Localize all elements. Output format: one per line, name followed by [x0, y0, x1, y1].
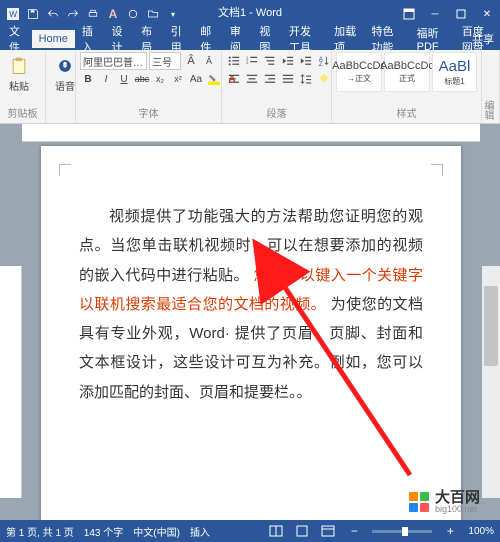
paste-button[interactable]: 粘贴: [4, 52, 34, 96]
multilevel-list-icon[interactable]: [262, 52, 278, 70]
status-bar: 第 1 页, 共 1 页 143 个字 中文(中国) 插入 − + 100%: [0, 520, 500, 542]
watermark-name: 大百网: [435, 490, 480, 505]
align-center-icon[interactable]: [244, 70, 260, 88]
svg-text:W: W: [9, 10, 17, 19]
style-heading1[interactable]: AaBl 标题1: [432, 52, 477, 92]
status-lang[interactable]: 中文(中国): [133, 524, 180, 539]
font-name-select[interactable]: 阿里巴巴普…: [80, 52, 147, 70]
window-title: 文档1 - Word: [218, 4, 282, 20]
zoom-slider-thumb[interactable]: [402, 527, 408, 536]
bullets-icon[interactable]: [226, 52, 242, 70]
align-right-icon[interactable]: [262, 70, 278, 88]
document-page[interactable]: 视频提供了功能强大的方法帮助您证明您的观点。当您单击联机视频时，可以在想要添加的…: [41, 146, 461, 520]
vertical-scrollbar[interactable]: [482, 266, 500, 498]
font-group-label: 字体: [80, 104, 217, 121]
decrease-indent-icon[interactable]: [280, 52, 296, 70]
svg-text:2: 2: [246, 60, 249, 65]
font-size-select[interactable]: 三号: [149, 52, 181, 70]
bold-button[interactable]: B: [80, 70, 96, 88]
ribbon-group-styles: AaBbCcDc →正文 AaBbCcDc 正式 AaBl 标题1 样式: [332, 50, 482, 123]
increase-indent-icon[interactable]: [298, 52, 314, 70]
ribbon-group-clipboard: 粘贴 剪贴板: [0, 50, 46, 123]
web-layout-icon[interactable]: [320, 523, 336, 539]
ribbon-group-font: 阿里巴巴普… 三号 Â Ǎ B I U abc x₂ x² Aa A 字体: [76, 50, 222, 123]
quick-access-toolbar: W A ▾: [0, 7, 180, 21]
svg-text:Z: Z: [319, 62, 323, 67]
document-area: 视频提供了功能强大的方法帮助您证明您的观点。当您单击联机视频时，可以在想要添加的…: [0, 124, 500, 520]
share-button[interactable]: 共享: [472, 31, 494, 47]
tab-home[interactable]: Home: [32, 30, 75, 48]
justify-icon[interactable]: [280, 70, 296, 88]
grow-font-icon[interactable]: Â: [183, 52, 199, 70]
word-app-icon: W: [6, 7, 20, 21]
font-color-icon[interactable]: A: [106, 7, 120, 21]
watermark-logo-icon: [407, 490, 431, 514]
watermark-url: big100.net: [435, 505, 480, 514]
editing-group-label: 编辑: [486, 99, 495, 121]
open-icon[interactable]: [146, 7, 160, 21]
status-insert[interactable]: 插入: [190, 524, 210, 539]
zoom-slider[interactable]: [372, 530, 432, 533]
redo-icon[interactable]: [66, 7, 80, 21]
document-paragraph[interactable]: 视频提供了功能强大的方法帮助您证明您的观点。当您单击联机视频时，可以在想要添加的…: [79, 202, 423, 407]
align-left-icon[interactable]: [226, 70, 242, 88]
clipboard-group-label: 剪贴板: [4, 104, 41, 121]
undo-icon[interactable]: [46, 7, 60, 21]
italic-button[interactable]: I: [98, 70, 114, 88]
zoom-out-icon[interactable]: −: [346, 523, 362, 539]
voice-label: 语音: [55, 78, 75, 93]
horizontal-ruler[interactable]: [22, 124, 480, 142]
zoom-level[interactable]: 100%: [468, 526, 494, 537]
watermark: 大百网 big100.net: [407, 490, 480, 514]
shading-icon[interactable]: [316, 70, 332, 88]
underline-button[interactable]: U: [116, 70, 132, 88]
status-page[interactable]: 第 1 页, 共 1 页: [6, 524, 74, 539]
read-mode-icon[interactable]: [268, 523, 284, 539]
crop-mark-icon: [431, 164, 443, 176]
style-formal[interactable]: AaBbCcDc 正式: [384, 52, 430, 92]
paste-label: 粘贴: [9, 78, 29, 93]
ribbon-tabs: 文件 Home 插入 设计 布局 引用 邮件 审阅 视图 开发工具 加载项 特色…: [0, 28, 500, 50]
sort-icon[interactable]: AZ: [316, 52, 332, 70]
status-words[interactable]: 143 个字: [84, 524, 123, 539]
touch-mode-icon[interactable]: [126, 7, 140, 21]
ribbon-group-editing: 编辑: [482, 50, 500, 123]
styles-group-label: 样式: [336, 104, 477, 121]
numbering-icon[interactable]: 12: [244, 52, 260, 70]
superscript-button[interactable]: x²: [170, 70, 186, 88]
zoom-in-icon[interactable]: +: [442, 523, 458, 539]
ribbon-group-voice: 语音: [46, 50, 76, 123]
line-spacing-icon[interactable]: [298, 70, 314, 88]
save-icon[interactable]: [26, 7, 40, 21]
highlight-button[interactable]: [206, 70, 222, 88]
ribbon: 粘贴 剪贴板 语音 阿里巴巴普… 三号 Â Ǎ B I U abc x₂ x…: [0, 50, 500, 124]
print-layout-icon[interactable]: [294, 523, 310, 539]
crop-mark-icon: [59, 164, 71, 176]
paragraph-group-label: 段落: [226, 104, 327, 121]
qat-dropdown-icon[interactable]: ▾: [166, 7, 180, 21]
style-normal[interactable]: AaBbCcDc →正文: [336, 52, 382, 92]
scrollbar-thumb[interactable]: [484, 286, 498, 366]
print-icon[interactable]: [86, 7, 100, 21]
shrink-font-icon[interactable]: Ǎ: [201, 52, 217, 70]
ribbon-group-paragraph: 12 AZ ¶ 段落: [222, 50, 332, 123]
change-case-button[interactable]: Aa: [188, 70, 204, 88]
subscript-button[interactable]: x₂: [152, 70, 168, 88]
vertical-ruler[interactable]: [0, 266, 22, 498]
strike-button[interactable]: abc: [134, 70, 150, 88]
